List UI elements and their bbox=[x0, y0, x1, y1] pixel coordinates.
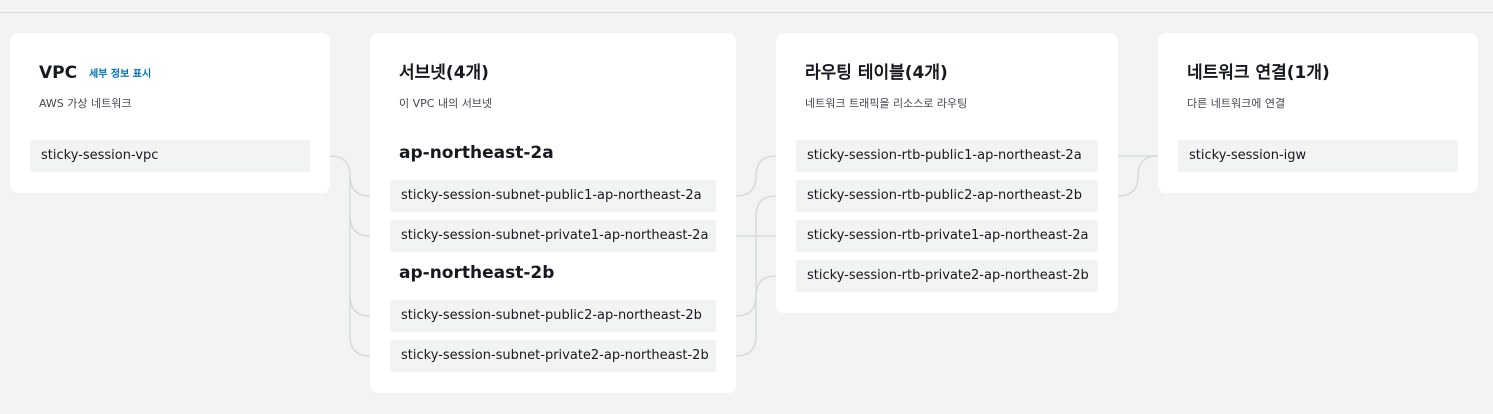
show-details-link[interactable]: 세부 정보 표시 bbox=[89, 68, 151, 82]
vpc-title: VPC bbox=[39, 63, 78, 83]
subnets-card: 서브넷(4개) 이 VPC 내의 서브넷 ap-northeast-2a ap-… bbox=[370, 33, 736, 393]
top-divider bbox=[0, 12, 1493, 13]
route-tables-title: 라우팅 테이블(4개) bbox=[805, 63, 948, 83]
route-table-item-private2-2b[interactable]: sticky-session-rtb-private2-ap-northeast… bbox=[796, 260, 1098, 292]
route-table-item-private1-2a[interactable]: sticky-session-rtb-private1-ap-northeast… bbox=[796, 220, 1098, 252]
subnet-item-private1-2a[interactable]: sticky-session-subnet-private1-ap-northe… bbox=[390, 220, 716, 252]
subnet-item-public2-2b[interactable]: sticky-session-subnet-public2-ap-northea… bbox=[390, 300, 716, 332]
az-heading-2a: ap-northeast-2a bbox=[399, 143, 554, 163]
subnets-title: 서브넷(4개) bbox=[399, 63, 489, 83]
subnet-item-private2-2b[interactable]: sticky-session-subnet-private2-ap-northe… bbox=[390, 340, 716, 372]
route-table-item-public1-2a[interactable]: sticky-session-rtb-public1-ap-northeast-… bbox=[796, 140, 1098, 172]
network-connections-title: 네트워크 연결(1개) bbox=[1187, 63, 1330, 83]
subnets-description: 이 VPC 내의 서브넷 bbox=[399, 97, 493, 110]
az-heading-2b: ap-northeast-2b bbox=[399, 263, 555, 283]
network-connections-description: 다른 네트워크에 연결 bbox=[1187, 97, 1286, 110]
vpc-item[interactable]: sticky-session-vpc bbox=[30, 140, 310, 172]
route-table-item-public2-2b[interactable]: sticky-session-rtb-public2-ap-northeast-… bbox=[796, 180, 1098, 212]
internet-gateway-item[interactable]: sticky-session-igw bbox=[1178, 140, 1458, 172]
subnet-item-public1-2a[interactable]: sticky-session-subnet-public1-ap-northea… bbox=[390, 180, 716, 212]
vpc-description: AWS 가상 네트워크 bbox=[39, 97, 132, 110]
route-tables-description: 네트워크 트래픽을 리소스로 라우팅 bbox=[805, 97, 968, 110]
